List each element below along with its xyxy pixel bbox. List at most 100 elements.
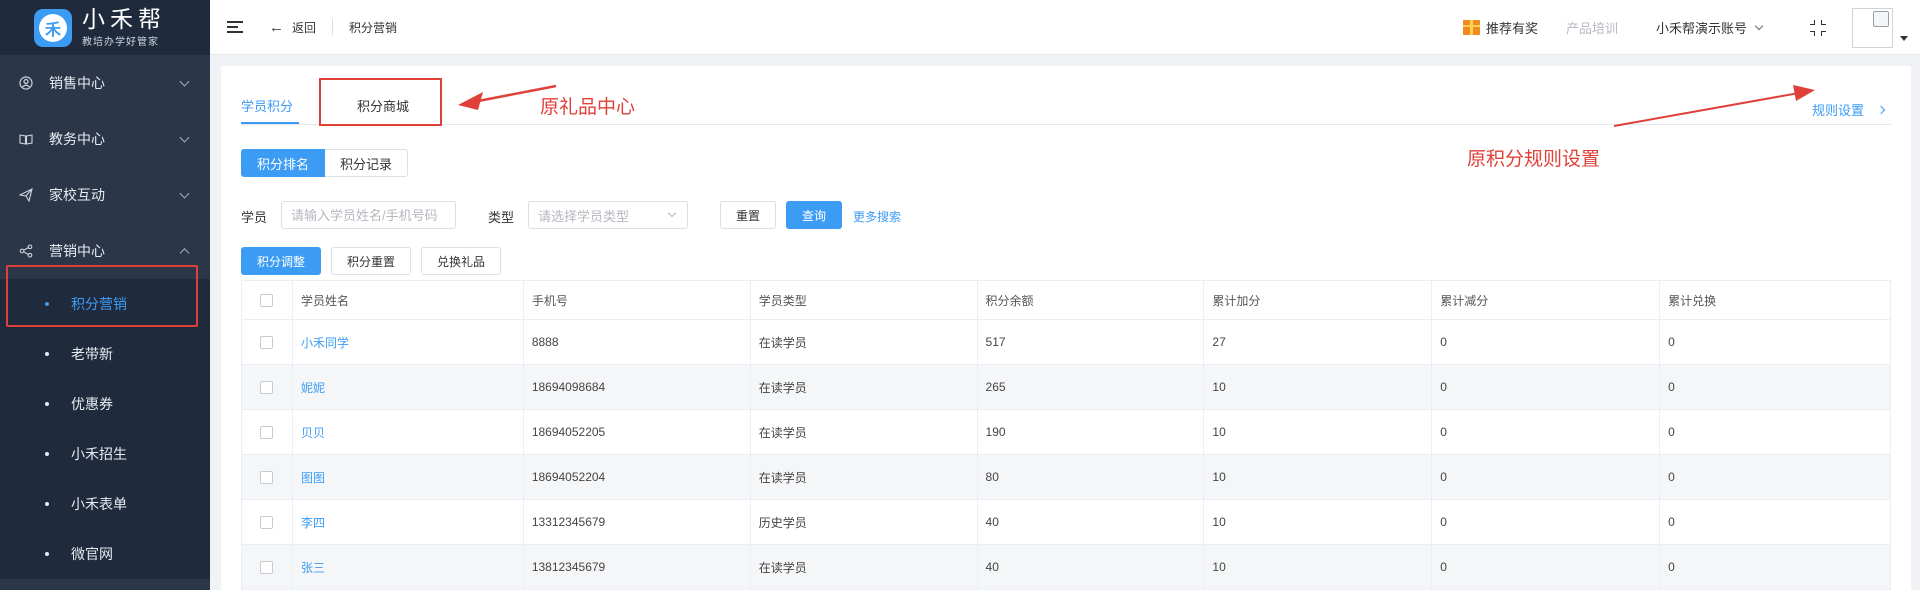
row-select-cell	[241, 454, 293, 500]
row-select-cell	[241, 364, 293, 410]
sidebar-item-forms[interactable]: 小禾表单	[0, 479, 210, 529]
student-type-select[interactable]: 请选择学员类型	[528, 201, 688, 229]
added-cell: 10	[1203, 409, 1433, 455]
redeemed-cell: 0	[1659, 319, 1891, 365]
paper-plane-icon	[19, 188, 33, 202]
deducted-cell: 0	[1431, 454, 1661, 500]
brand-subtitle: 教培办学好管家	[82, 37, 159, 48]
back-button[interactable]: ← 返回	[269, 19, 316, 36]
filter-bar: 学员 类型 请选择学员类型 重置 查询 更多搜索	[241, 201, 1441, 229]
sidebar-item-enrollment[interactable]: 小禾招生	[0, 429, 210, 479]
sidebar-item-label: 小禾表单	[71, 496, 127, 512]
row-checkbox[interactable]	[260, 561, 274, 575]
table-row: 图图 18694052204 在读学员 80 10 0 0	[241, 454, 1891, 500]
student-name-link[interactable]: 图图	[291, 454, 524, 500]
balance-cell: 80	[976, 454, 1205, 500]
student-name-link[interactable]: 贝贝	[291, 409, 524, 455]
sidebar-group-academic[interactable]: 教务中心	[0, 111, 210, 167]
sidebar-group-home-school[interactable]: 家校互动	[0, 167, 210, 223]
row-checkbox[interactable]	[260, 516, 274, 530]
column-header[interactable]: 学员类型	[749, 280, 978, 320]
row-checkbox[interactable]	[260, 471, 274, 485]
caret-down-icon[interactable]	[1900, 36, 1908, 41]
referral-reward-link[interactable]: 推荐有奖	[1462, 18, 1538, 37]
student-name-link[interactable]: 李四	[291, 499, 524, 545]
referral-label: 推荐有奖	[1485, 21, 1538, 36]
row-checkbox[interactable]	[260, 336, 274, 350]
brand-logo-glyph: 禾	[39, 13, 67, 42]
sidebar-item-microsite[interactable]: 微官网	[0, 529, 210, 579]
balance-cell: 265	[976, 364, 1205, 410]
select-all-checkbox[interactable]	[260, 294, 274, 308]
deducted-cell: 0	[1431, 319, 1661, 365]
bullet-icon	[45, 502, 49, 506]
view-segment: 积分排名 积分记录	[241, 149, 409, 177]
account-menu[interactable]: 小禾帮演示账号	[1656, 18, 1764, 37]
column-header[interactable]: 手机号	[522, 280, 751, 320]
bullet-icon	[45, 452, 49, 456]
annotation-highlight-box	[6, 265, 198, 327]
added-cell: 10	[1203, 544, 1433, 590]
student-type-cell: 在读学员	[749, 544, 978, 590]
sidebar-group-label: 销售中心	[49, 75, 105, 91]
column-header[interactable]: 累计减分	[1431, 280, 1661, 320]
sidebar: 禾 小禾帮 教培办学好管家 销售中心 教务中心 家校互动 营销中心 积分营销 老…	[0, 0, 210, 590]
column-header[interactable]: 累计兑换	[1659, 280, 1891, 320]
phone-cell: 13312345679	[522, 499, 751, 545]
sidebar-group-label: 家校互动	[49, 187, 105, 203]
redeemed-cell: 0	[1659, 409, 1891, 455]
divider	[332, 19, 334, 35]
redeem-gift-button[interactable]: 兑换礼品	[421, 247, 501, 275]
fullscreen-icon[interactable]	[1810, 19, 1826, 36]
row-checkbox[interactable]	[260, 426, 274, 440]
row-select-cell	[241, 319, 293, 365]
row-checkbox[interactable]	[260, 381, 274, 395]
redeemed-cell: 0	[1659, 499, 1891, 545]
student-name-link[interactable]: 妮妮	[291, 364, 524, 410]
table-header-row: 学员姓名 手机号 学员类型 积分余额 累计加分 累计减分 累计兑换	[241, 280, 1891, 320]
sidebar-item-label: 优惠券	[71, 396, 113, 412]
chevron-down-icon	[179, 132, 190, 143]
student-name-link[interactable]: 小禾同学	[291, 319, 524, 365]
sidebar-item-label: 微官网	[71, 546, 113, 562]
column-header[interactable]: 累计加分	[1203, 280, 1433, 320]
type-filter-label: 类型	[488, 210, 515, 225]
sidebar-group-sales[interactable]: 销售中心	[0, 55, 210, 111]
more-search-link[interactable]: 更多搜索	[853, 208, 901, 225]
column-header[interactable]: 积分余额	[976, 280, 1205, 320]
column-header[interactable]: 学员姓名	[291, 280, 524, 320]
student-search-input[interactable]	[281, 201, 456, 229]
chevron-down-icon	[1754, 21, 1764, 30]
redeemed-cell: 0	[1659, 544, 1891, 590]
arrow-left-icon: ←	[269, 18, 284, 36]
segment-records[interactable]: 积分记录	[325, 149, 409, 177]
table-row: 妮妮 18694098684 在读学员 265 10 0 0	[241, 364, 1891, 410]
share-icon	[19, 244, 33, 258]
sidebar-item-coupons[interactable]: 优惠券	[0, 379, 210, 429]
menu-toggle-icon[interactable]	[227, 18, 243, 36]
avatar[interactable]	[1852, 7, 1893, 48]
phone-cell: 18694098684	[522, 364, 751, 410]
student-type-cell: 在读学员	[749, 364, 978, 410]
segment-ranking[interactable]: 积分排名	[241, 149, 326, 177]
sidebar-item-referral[interactable]: 老带新	[0, 329, 210, 379]
reset-button[interactable]: 重置	[720, 201, 776, 229]
product-training-link[interactable]: 产品培训	[1566, 18, 1618, 37]
balance-cell: 517	[976, 319, 1205, 365]
breadcrumb: 积分营销	[349, 20, 398, 35]
brand-logo[interactable]: 禾 小禾帮 教培办学好管家	[0, 0, 210, 55]
chevron-down-icon	[179, 76, 190, 87]
student-name-link[interactable]: 张三	[291, 544, 524, 590]
balance-cell: 190	[976, 409, 1205, 455]
balance-cell: 40	[976, 544, 1205, 590]
student-type-cell: 历史学员	[749, 499, 978, 545]
brand-logo-icon: 禾	[34, 8, 72, 47]
phone-cell: 8888	[522, 319, 751, 365]
points-adjust-button[interactable]: 积分调整	[241, 247, 321, 275]
table-row: 张三 13812345679 在读学员 40 10 0 0	[241, 544, 1891, 590]
gift-icon	[1462, 20, 1480, 35]
added-cell: 10	[1203, 499, 1433, 545]
sidebar-group-label: 教务中心	[49, 131, 105, 147]
search-button[interactable]: 查询	[786, 201, 842, 229]
points-reset-button[interactable]: 积分重置	[331, 247, 411, 275]
